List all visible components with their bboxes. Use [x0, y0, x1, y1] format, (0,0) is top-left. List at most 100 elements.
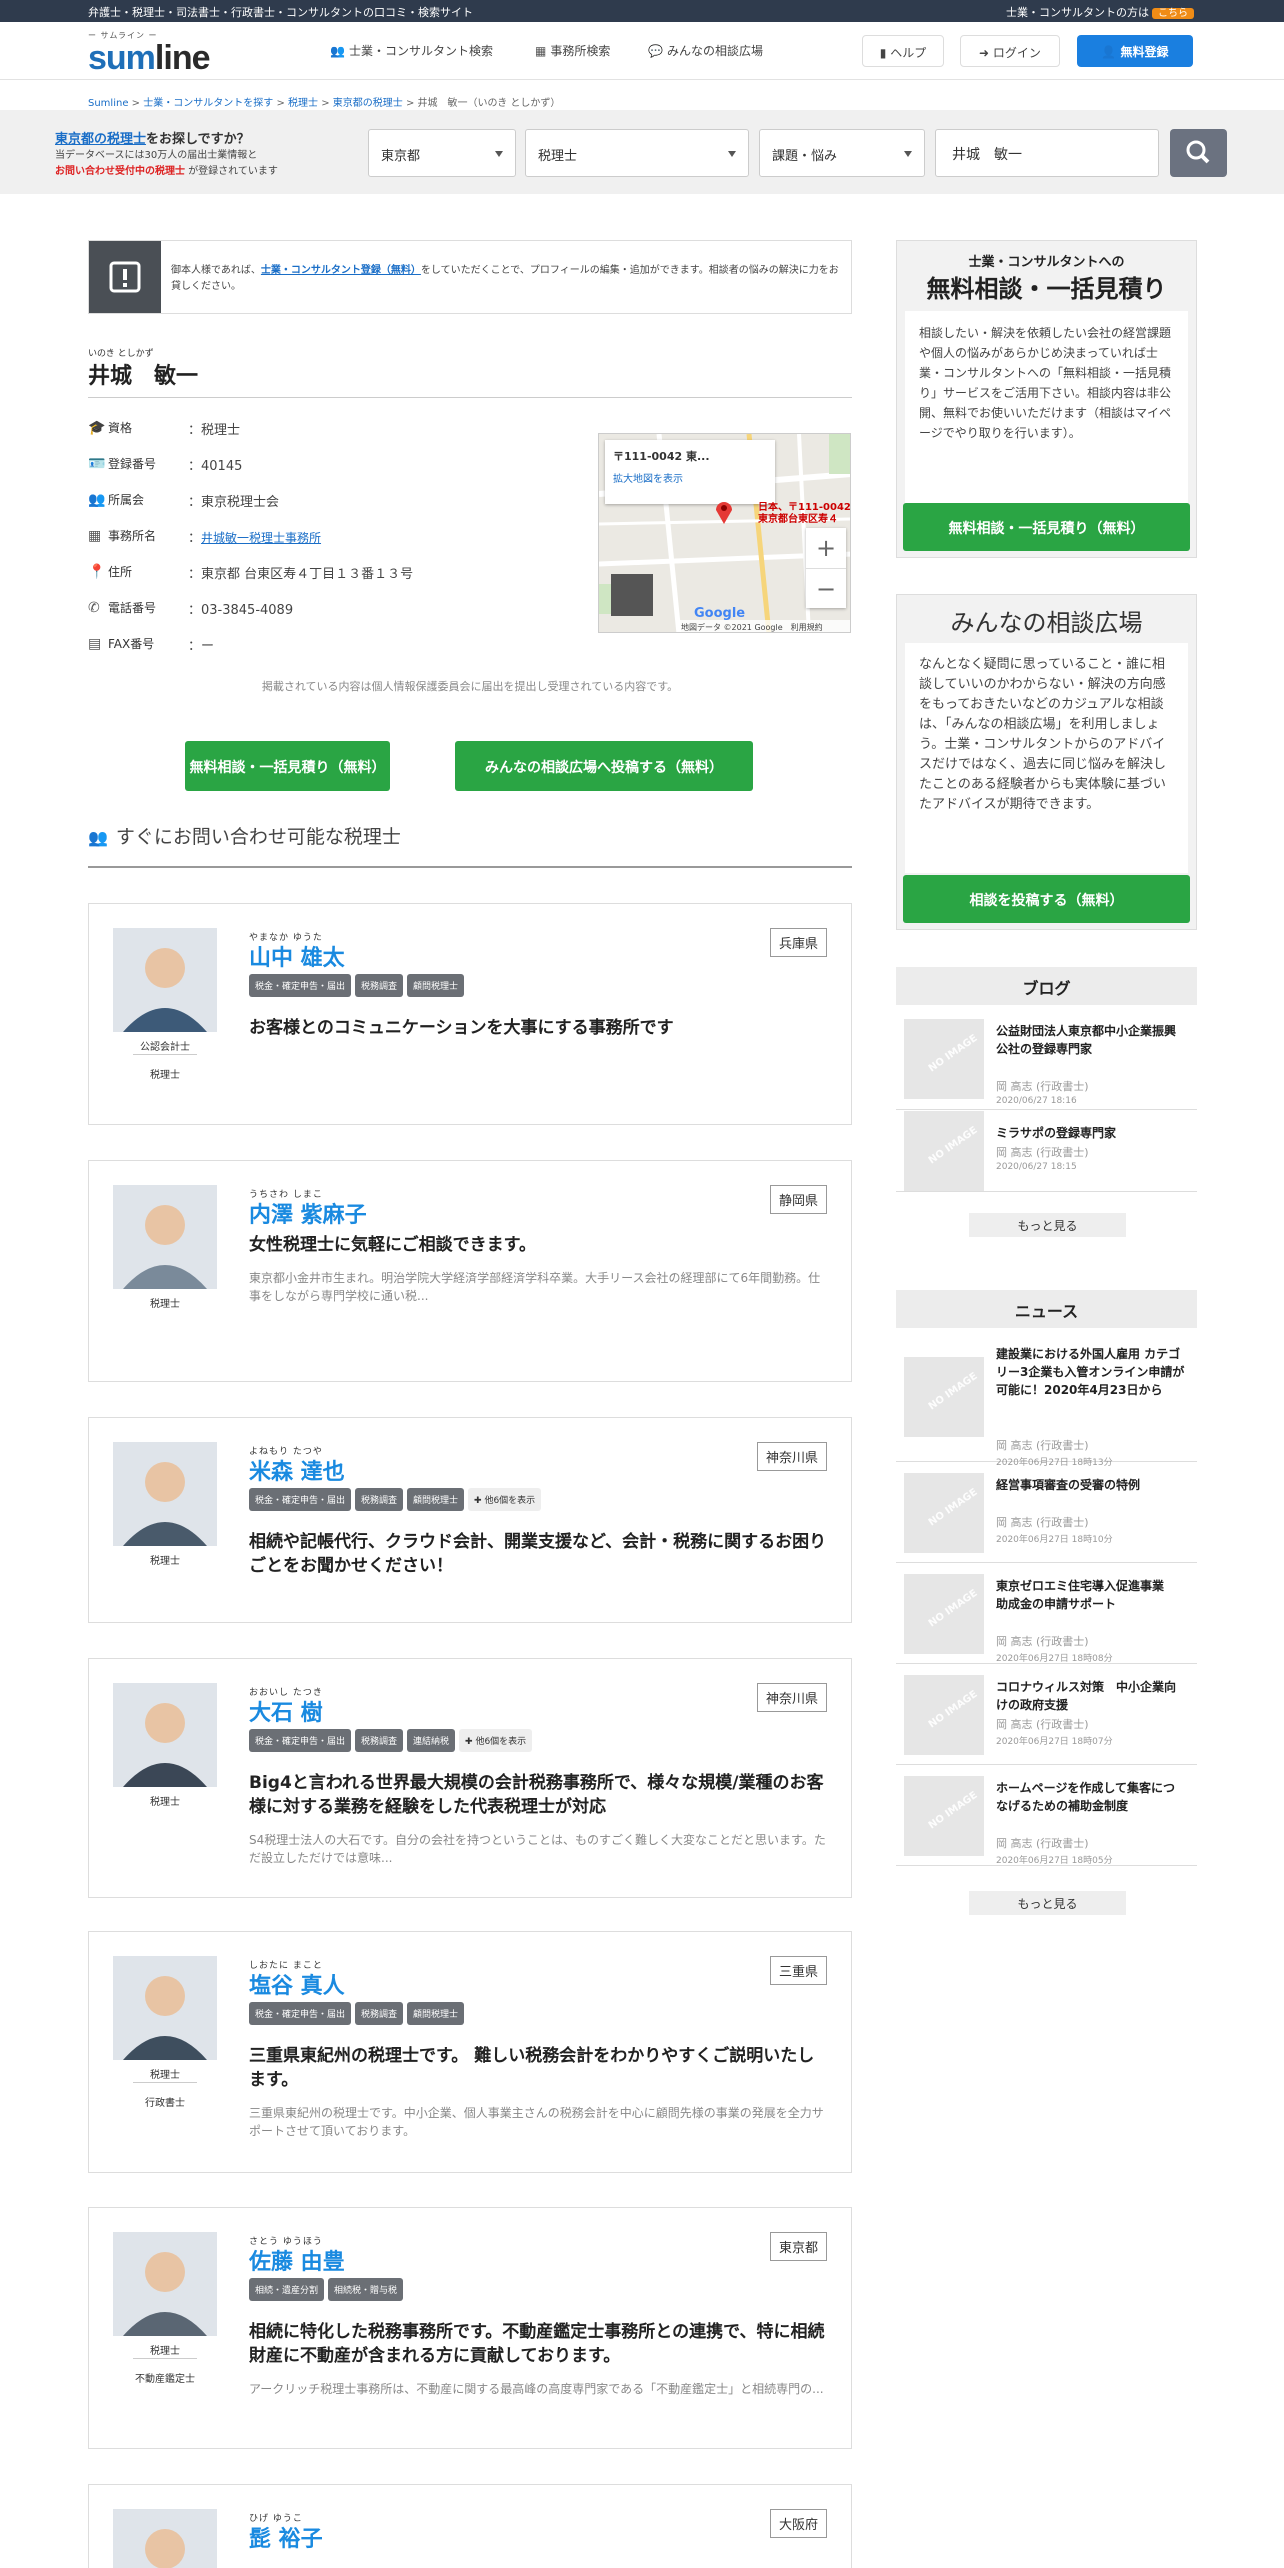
advisor-card[interactable]: 税理士 行政書士 三重県 しおたに まこと 塩谷 真人 税金・確定申告・届出 税務調査 顧問税… [88, 1931, 852, 2173]
breadcrumb-find[interactable]: 士業・コンサルタントを探す [143, 98, 273, 109]
advisor-card[interactable]: 公認会計士 税理士 兵庫県 やまなか ゆうた 山中 雄太 税金・確定申告・届出 税務調査 顧問… [88, 903, 852, 1125]
zoom-out-button[interactable]: − [806, 568, 846, 608]
advisor-tags: 税金・確定申告・届出 税務調査 連結納税 ✚ 他6個を表示 [249, 1729, 536, 1752]
advisor-tags: 税金・確定申告・届出 税務調査 顧問税理士 [249, 2002, 468, 2025]
users-icon: 👥 [330, 44, 345, 58]
advisor-photo [113, 1442, 217, 1546]
blog-item[interactable]: NO IMAGE 公益財団法人東京都中小企業振興公社の登録専門家岡 高志 (行政書… [896, 1008, 1197, 1110]
advisor-card[interactable]: 税理士 神奈川県 よねもり たつや 米森 達也 税金・確定申告・届出 税務調査 顧問税理士 ✚… [88, 1417, 852, 1623]
prefecture-select[interactable]: 東京都 [368, 129, 516, 177]
breadcrumb-home[interactable]: Sumline [88, 98, 128, 109]
news-item[interactable]: NO IMAGE 東京ゼロエミ住宅導入促進事業 助成金の申請サポート岡 高志 (行… [896, 1563, 1197, 1664]
specialty-tag: 税務調査 [355, 974, 404, 997]
info-value: ：税理士 [188, 423, 241, 438]
sidebar-post-button[interactable]: 相談を投稿する（無料） [903, 875, 1190, 923]
issue-select[interactable]: 課題・悩み [759, 129, 925, 177]
advisor-name[interactable]: 米森 達也 [249, 1454, 345, 1486]
post-forum-button[interactable]: みんなの相談広場へ投稿する（無料） [455, 741, 753, 791]
specialty-tag: 顧問税理士 [407, 974, 465, 997]
zoom-in-button[interactable]: + [806, 528, 846, 568]
specialty-tag: 税務調査 [355, 1729, 404, 1752]
news-item-title[interactable]: 東京ゼロエミ住宅導入促進事業 助成金の申請サポート [996, 1577, 1187, 1613]
specialty-tag: 相続税・贈与税 [328, 2278, 404, 2301]
help-button[interactable]: ▮ ヘルプ [862, 35, 944, 67]
news-item-title[interactable]: コロナウィルス対策 中小企業向けの政府支援 [996, 1678, 1187, 1714]
map-pin-label: 日本、〒111-0042 東京都台東区寿４ [758, 502, 851, 525]
search-button[interactable] [1170, 129, 1227, 177]
info-value: ：井城敏一税理士事務所 [188, 531, 322, 546]
logo[interactable]: ー サムライン ー sumline [88, 30, 210, 75]
breadcrumb-tax[interactable]: 税理士 [288, 98, 318, 109]
advisor-catchphrase: お客様とのコミュニケーションを大事にする事務所です [249, 1018, 674, 1038]
search-question-link[interactable]: 東京都の税理士 [55, 132, 146, 147]
map-zoom-control: + − [806, 528, 846, 608]
building-icon: ▦ [88, 528, 102, 544]
forum-sidebar-title: みんなの相談広場 [950, 609, 1143, 637]
news-item-author: 岡 高志 (行政書士) [996, 1837, 1089, 1850]
login-button[interactable]: ➜ ログイン [960, 35, 1060, 67]
info-value: ：03-3845-4089 [188, 603, 294, 618]
advisor-name[interactable]: 塩谷 真人 [249, 1968, 345, 2000]
notice-register-link[interactable]: 士業・コンサルタント登録（無料） [261, 265, 421, 276]
nav-search[interactable]: 👥 士業・コンサルタント検索 [330, 42, 493, 59]
advisor-photo [113, 1683, 217, 1787]
prefecture-badge: 兵庫県 [769, 928, 827, 957]
blog-item[interactable]: NO IMAGE ミラサポの登録専門家岡 高志 (行政書士) 2020/06/27 … [896, 1110, 1197, 1192]
news-item[interactable]: NO IMAGE ホームページを作成して集客につなげるための補助金制度岡 高志 (… [896, 1765, 1197, 1866]
info-value: ：ー [188, 639, 215, 654]
advisor-name[interactable]: 大石 樹 [249, 1695, 323, 1727]
office-link[interactable]: 井城敏一税理士事務所 [201, 531, 321, 545]
advisor-name[interactable]: 髭 裕子 [249, 2521, 323, 2553]
thumbnail-placeholder: NO IMAGE [904, 1356, 984, 1437]
profession-select[interactable]: 税理士 [525, 129, 749, 177]
news-title: ニュース [896, 1290, 1197, 1328]
show-more-tags[interactable]: ✚ 他6個を表示 [459, 1729, 533, 1752]
map-info-card: 〒111-0042 東... 拡大地図を表示 [605, 440, 775, 504]
prefecture-badge: 三重県 [769, 1956, 827, 1985]
blog-item-date: 2020/06/27 18:16 [996, 1096, 1077, 1106]
top-bar: 弁護士・税理士・司法書士・行政書士・コンサルタントの口コミ・検索サイト 士業・コ… [0, 0, 1284, 22]
map-terms-link[interactable]: 利用規約 [791, 623, 823, 632]
advisor-card[interactable]: 税理士 神奈川県 おおいし たつき 大石 樹税金・確定申告・届出 税務調査 連結納税 ✚ 他… [88, 1658, 852, 1898]
nav-office[interactable]: ▦ 事務所検索 [535, 42, 610, 59]
advisor-catchphrase: 相続に特化した税務事務所です。不動産鑑定士事務所との連携で、特に相続財産に不動産… [249, 2322, 825, 2366]
advisor-name[interactable]: 山中 雄太 [249, 940, 345, 972]
advisor-name[interactable]: 佐藤 由豊 [249, 2244, 345, 2276]
name-search-input[interactable]: 井城 敏一 [935, 129, 1159, 177]
advisor-photo [113, 1956, 217, 2060]
blog-item-title[interactable]: ミラサポの登録専門家 [996, 1124, 1187, 1142]
advisor-name[interactable]: 内澤 紫麻子 [249, 1197, 367, 1229]
map[interactable]: 〒111-0042 東... 拡大地図を表示 日本、〒111-0042 東京都台… [598, 433, 851, 633]
news-item[interactable]: NO IMAGE コロナウィルス対策 中小企業向けの政府支援岡 高志 (行政書士)… [896, 1664, 1197, 1765]
show-more-tags[interactable]: ✚ 他6個を表示 [468, 1488, 542, 1511]
news-item[interactable]: NO IMAGE 建設業における外国人雇用 カテゴリー3企業も入管オンライン申請が… [896, 1331, 1197, 1468]
advisor-role: 税理士 [150, 1299, 180, 1310]
prefecture-badge: 神奈川県 [756, 1683, 827, 1712]
nav-forum[interactable]: 💬 みんなの相談広場 [648, 42, 763, 59]
specialty-tag: 税務調査 [355, 1488, 404, 1511]
blog-more-button[interactable]: もっと見る [969, 1213, 1126, 1237]
advisor-card[interactable]: 税理士 不動産鑑定士 東京都 さとう ゆうほう 佐藤 由豊 相続・遺産分割 相続税・贈与税相… [88, 2207, 852, 2449]
sidebar-consult-button[interactable]: 無料相談・一括見積り（無料） [903, 503, 1190, 551]
advisor-card[interactable]: 大阪府 ひげ ゆうこ髭 裕子 [88, 2484, 852, 2568]
pro-link[interactable]: こちら [1152, 8, 1194, 19]
advisor-role: 税理士 [150, 1070, 180, 1081]
role-divider [133, 2358, 197, 2359]
news-item[interactable]: NO IMAGE 経営事項審査の受審の特例岡 高志 (行政書士) 2020年06月2… [896, 1462, 1197, 1563]
register-button[interactable]: 👤 無料登録 [1077, 35, 1193, 67]
news-item-title[interactable]: 経営事項審査の受審の特例 [996, 1476, 1187, 1494]
news-more-button[interactable]: もっと見る [969, 1891, 1126, 1915]
blog-item-title[interactable]: 公益財団法人東京都中小企業振興公社の登録専門家 [996, 1022, 1187, 1058]
news-item-title[interactable]: ホームページを作成して集客につなげるための補助金制度 [996, 1779, 1187, 1815]
map-enlarge-link[interactable]: 拡大地図を表示 [613, 470, 767, 485]
news-item-title[interactable]: 建設業における外国人雇用 カテゴリー3企業も入管オンライン申請が可能に！2020… [996, 1345, 1187, 1399]
advisor-role: 不動産鑑定士 [135, 2374, 195, 2385]
info-value: ：東京税理士会 [188, 495, 280, 510]
search-info: 当データベースには30万人の届出士業情報と お問い合わせ受付中の税理士 が登録さ… [55, 150, 278, 177]
advisor-photo [113, 928, 217, 1032]
advisor-role: 税理士 [150, 2346, 180, 2357]
breadcrumb-tokyo[interactable]: 東京都の税理士 [333, 98, 403, 109]
role-divider [133, 2082, 197, 2083]
advisor-card[interactable]: 税理士 静岡県 うちさわ しまこ 内澤 紫麻子 女性税理士に気軽にご相談できます。 東京都… [88, 1160, 852, 1382]
consult-button[interactable]: 無料相談・一括見積り（無料） [185, 741, 390, 791]
